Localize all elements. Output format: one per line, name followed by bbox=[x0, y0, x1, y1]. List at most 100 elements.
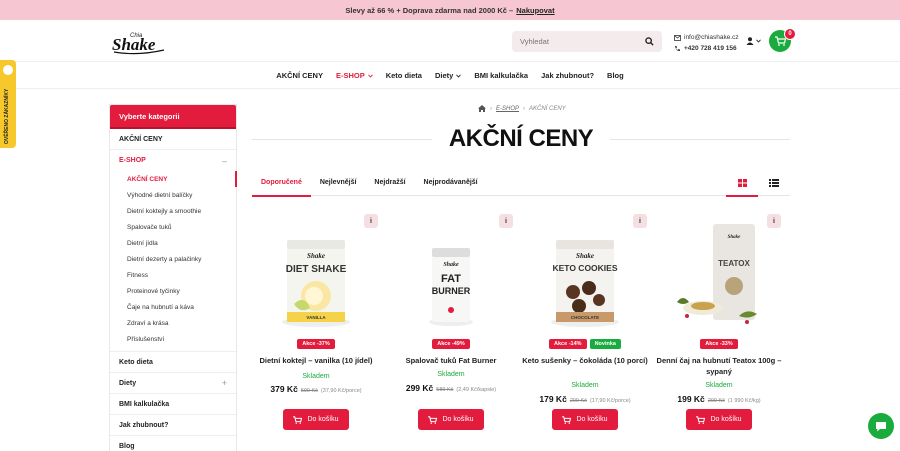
current-price: 299 Kč bbox=[405, 383, 434, 393]
stock-status: Skladem bbox=[302, 373, 330, 380]
nav-label: AKČNÍ CENY bbox=[276, 71, 323, 80]
info-button[interactable]: i bbox=[364, 214, 378, 228]
phone-icon bbox=[675, 46, 680, 52]
sort-tab-cheapest[interactable]: Nejlevnější bbox=[311, 170, 366, 196]
verified-badge-icon bbox=[3, 65, 13, 75]
info-button[interactable]: i bbox=[767, 214, 781, 228]
nav-item-bmi[interactable]: BMI kalkulačka bbox=[474, 71, 528, 80]
svg-text:Shake: Shake bbox=[576, 252, 594, 260]
phone-text: +420 728 419 156 bbox=[684, 45, 737, 52]
subcategory-item[interactable]: Proteinové tyčinky bbox=[110, 283, 236, 299]
list-view-button[interactable] bbox=[758, 170, 790, 196]
subcategory-item[interactable]: AKČNÍ CENY bbox=[110, 171, 237, 187]
sidebar-item-label: AKČNÍ CENY bbox=[119, 135, 163, 143]
add-to-cart-button[interactable]: Do košíku bbox=[686, 409, 752, 430]
search-input[interactable] bbox=[520, 37, 640, 46]
sort-tab-bestselling[interactable]: Nejprodávanější bbox=[415, 170, 487, 196]
home-icon[interactable] bbox=[478, 105, 486, 112]
collapse-toggle[interactable]: – bbox=[222, 156, 227, 166]
product-card[interactable]: i Shake FAT BURNER Akce -49% Spalovač tu… bbox=[387, 210, 515, 440]
sidebar-item-bmi[interactable]: BMI kalkulačka bbox=[110, 394, 236, 415]
page-title: AKČNÍ CENY bbox=[440, 125, 602, 153]
subcategory-item[interactable]: Spalovače tuků bbox=[110, 219, 236, 235]
add-to-cart-button[interactable]: Do košíku bbox=[283, 409, 349, 430]
sidebar-item-diety[interactable]: Diety + bbox=[110, 373, 236, 394]
nav-item-diety[interactable]: Diety bbox=[434, 71, 462, 80]
nav-label: Diety bbox=[434, 71, 454, 80]
grid-view-button[interactable] bbox=[726, 170, 758, 197]
cart-icon bbox=[428, 415, 438, 424]
product-image-teatox[interactable]: Shake TEATOX bbox=[677, 224, 761, 334]
subcategory-item[interactable]: Čaje na hubnutí a káva bbox=[110, 299, 236, 315]
user-menu[interactable] bbox=[746, 37, 761, 45]
nav-item-jak-zhubnout[interactable]: Jak zhubnout? bbox=[541, 71, 594, 80]
sale-badge: Akce -37% bbox=[297, 339, 335, 349]
info-button[interactable]: i bbox=[499, 214, 513, 228]
add-to-cart-label: Do košíku bbox=[307, 416, 339, 423]
unit-price: (17,90 Kč/porce) bbox=[589, 398, 631, 404]
chevron-down-icon bbox=[456, 73, 462, 78]
view-toggles bbox=[726, 170, 790, 197]
phone-row[interactable]: +420 728 419 156 bbox=[674, 43, 739, 54]
info-button[interactable]: i bbox=[633, 214, 647, 228]
nav-item-keto-dieta[interactable]: Keto dieta bbox=[386, 71, 422, 80]
old-price: 209 Kč bbox=[569, 398, 587, 404]
nav-item-eshop[interactable]: E-SHOP bbox=[336, 71, 373, 80]
product-name[interactable]: Dietní koktejl – vanilka (10 jídel) bbox=[252, 355, 380, 366]
subcategory-item[interactable]: Dietní dezerty a palačinky bbox=[110, 251, 236, 267]
promo-link[interactable]: Nakupovat bbox=[516, 6, 554, 15]
product-image-keto-cookies[interactable]: Shake KETO COOKIES CHOCOLATE bbox=[543, 224, 627, 334]
subcategory-item[interactable]: Fitness bbox=[110, 267, 236, 283]
user-icon bbox=[746, 37, 754, 45]
nav-item-blog[interactable]: Blog bbox=[607, 71, 624, 80]
product-card[interactable]: i Shake DIET SHAKE VANILLA Akce -37% Die… bbox=[252, 210, 380, 440]
product-name[interactable]: Spalovač tuků Fat Burner bbox=[387, 355, 515, 366]
sidebar-item-akcni-ceny[interactable]: AKČNÍ CENY bbox=[110, 129, 236, 150]
category-sidebar-title: Vyberte kategorii bbox=[110, 105, 236, 129]
subcategory-item[interactable]: Dietní koktejly a smoothie bbox=[110, 203, 236, 219]
chat-button[interactable] bbox=[868, 413, 894, 439]
expand-toggle[interactable]: + bbox=[222, 378, 227, 388]
product-card[interactable]: i Shake KETO COOKIES CHOCOLATE Akce -14%… bbox=[521, 210, 649, 440]
header: Chia Shake info@chiashake.cz +420 728 41… bbox=[0, 20, 900, 62]
svg-text:BURNER: BURNER bbox=[432, 286, 471, 296]
sort-tab-most-expensive[interactable]: Nejdražší bbox=[365, 170, 414, 196]
old-price: 589 Kč bbox=[436, 387, 454, 393]
current-price: 199 Kč bbox=[677, 394, 705, 404]
cart-count-badge: 0 bbox=[784, 28, 796, 40]
chiashake-logo[interactable]: Chia Shake bbox=[108, 29, 168, 55]
stock-status: Skladem bbox=[437, 371, 465, 378]
breadcrumb-eshop[interactable]: E-SHOP bbox=[496, 106, 519, 112]
cart-icon bbox=[696, 415, 706, 424]
price-row: 379 Kč 599 Kč (37,90 Kč/porce) bbox=[252, 384, 380, 394]
subcategory-item[interactable]: Příslušenství bbox=[110, 331, 236, 347]
product-badges: Akce -33% bbox=[655, 339, 783, 349]
subcategory-item[interactable]: Výhodné dietní balíčky bbox=[110, 187, 236, 203]
chat-icon bbox=[876, 421, 886, 431]
current-price: 179 Kč bbox=[539, 394, 567, 404]
title-divider bbox=[252, 139, 432, 140]
unit-price: (1 990 Kč/kg) bbox=[727, 398, 761, 404]
search-icon[interactable] bbox=[645, 37, 654, 46]
product-name[interactable]: Denní čaj na hubnutí Teatox 100g – sypan… bbox=[655, 355, 783, 377]
product-image-diet-shake[interactable]: Shake DIET SHAKE VANILLA bbox=[274, 224, 358, 334]
sidebar-item-keto-dieta[interactable]: Keto dieta bbox=[110, 352, 236, 373]
sidebar-item-eshop[interactable]: E-SHOP – bbox=[110, 150, 236, 171]
sidebar-item-label: BMI kalkulačka bbox=[119, 400, 170, 408]
subcategory-item[interactable]: Zdraví a krása bbox=[110, 315, 236, 331]
nav-label: Jak zhubnout? bbox=[541, 71, 595, 80]
sidebar-item-jak-zhubnout[interactable]: Jak zhubnout? bbox=[110, 415, 236, 436]
subcategory-item[interactable]: Dietní jídla bbox=[110, 235, 236, 251]
product-card[interactable]: i Shake TEATOX Akce -33% Denní čaj na hu… bbox=[655, 210, 783, 440]
verified-customers-tab[interactable]: OVĚŘENO ZÁKAZNÍKY bbox=[0, 60, 16, 148]
product-image-fat-burner[interactable]: Shake FAT BURNER bbox=[409, 224, 493, 334]
add-to-cart-button[interactable]: Do košíku bbox=[552, 409, 618, 430]
cart-icon bbox=[293, 415, 303, 424]
sort-tab-recommended[interactable]: Doporučené bbox=[252, 170, 311, 197]
sidebar-item-blog[interactable]: Blog bbox=[110, 436, 236, 451]
add-to-cart-button[interactable]: Do košíku bbox=[418, 409, 484, 430]
email-row[interactable]: info@chiashake.cz bbox=[674, 32, 739, 43]
product-name[interactable]: Keto sušenky – čokoláda (10 porcí) bbox=[521, 355, 649, 366]
nav-item-akcni-ceny[interactable]: AKČNÍ CENY bbox=[276, 71, 323, 80]
promo-text: Slevy až 66 % + Doprava zdarma nad 2000 … bbox=[345, 5, 514, 15]
